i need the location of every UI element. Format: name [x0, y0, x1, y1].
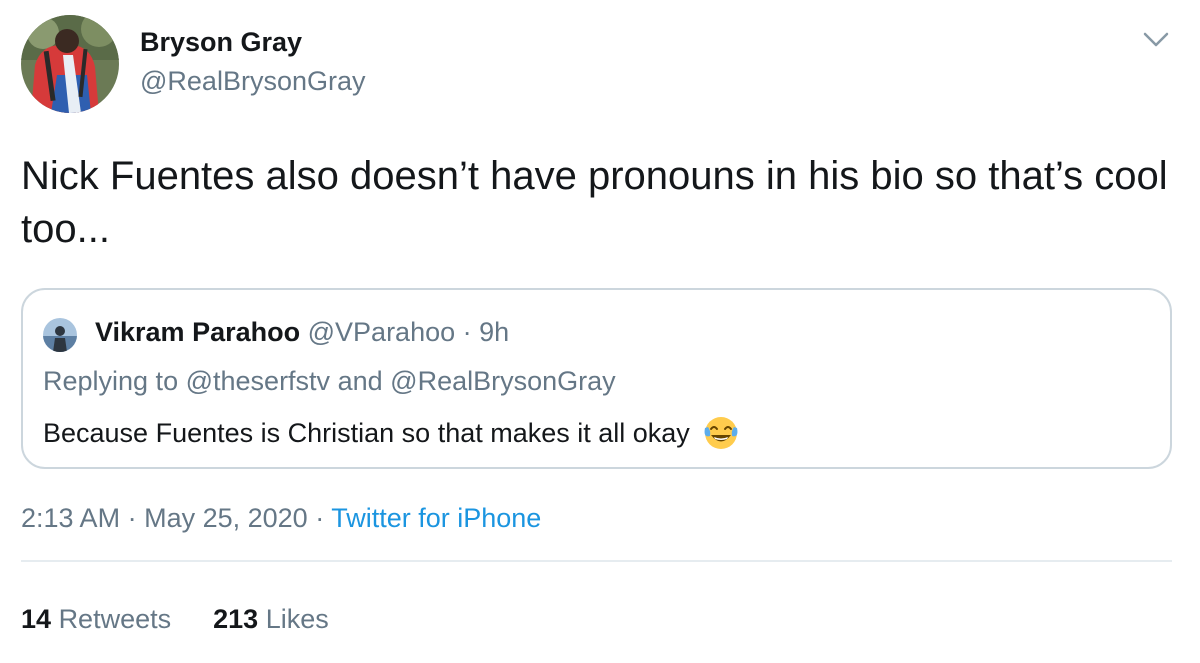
tweet-source-link[interactable]: Twitter for iPhone [331, 503, 541, 533]
author-avatar[interactable] [21, 15, 119, 113]
retweets-label: Retweets [58, 604, 172, 634]
quoted-tweet-card[interactable]: Vikram Parahoo @VParahoo · 9h Replying t… [21, 288, 1172, 469]
reply-target-link: @RealBrysonGray [390, 366, 616, 396]
likes-label: Likes [265, 604, 329, 634]
tweet-text: Nick Fuentes also doesn’t have pronouns … [21, 154, 1168, 251]
retweets-stat[interactable]: 14 Retweets [21, 604, 171, 635]
quoted-separator: · [462, 317, 472, 347]
quoted-tweet-text: Because Fuentes is Christian so that mak… [43, 417, 690, 448]
reply-and-text: and [337, 366, 383, 396]
divider [21, 560, 1172, 562]
reply-target-link: @theserfstv [185, 366, 331, 396]
retweets-count: 14 [21, 604, 52, 634]
quoted-tweet-age: 9h [479, 317, 510, 347]
quoted-author-handle: @VParahoo [307, 317, 456, 347]
replying-label: Replying to [43, 366, 179, 396]
author-display-name[interactable]: Bryson Gray [140, 27, 302, 58]
tweet-timestamp-row: 2:13 AM · May 25, 2020 · Twitter for iPh… [21, 503, 541, 534]
quoted-author-display-name: Vikram Parahoo [95, 317, 301, 347]
chevron-down-icon[interactable] [1142, 27, 1170, 51]
face-with-tears-of-joy-icon [702, 414, 740, 452]
engagement-stats: 14 Retweets 213 Likes [21, 604, 329, 635]
quoted-tweet-header: Vikram Parahoo @VParahoo · 9h [95, 317, 509, 348]
likes-count: 213 [213, 604, 259, 634]
quoted-replying-to: Replying to @theserfstv and @RealBrysonG… [43, 366, 616, 397]
tweet-date[interactable]: May 25, 2020 [144, 503, 308, 533]
quoted-author-avatar [43, 318, 77, 352]
quoted-tweet-text-row: Because Fuentes is Christian so that mak… [43, 414, 740, 452]
tweet-time[interactable]: 2:13 AM [21, 503, 120, 533]
likes-stat[interactable]: 213 Likes [213, 604, 329, 635]
author-handle[interactable]: @RealBrysonGray [140, 66, 365, 97]
meta-separator: · [127, 503, 137, 533]
meta-separator: · [315, 503, 325, 533]
